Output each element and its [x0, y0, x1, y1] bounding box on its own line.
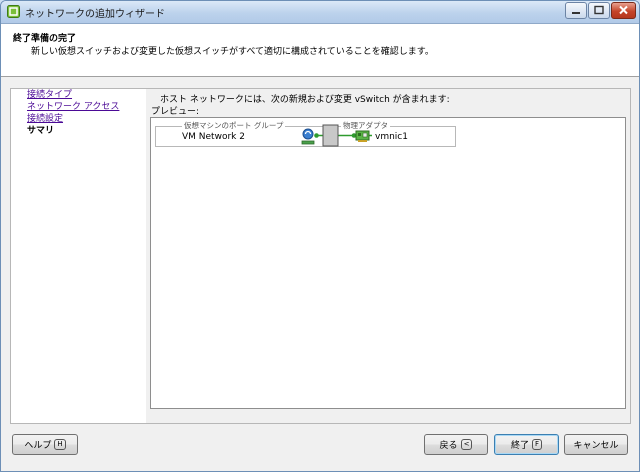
maximize-icon [594, 5, 604, 15]
help-button[interactable]: ヘルプ H [12, 434, 78, 455]
vswitch-preview: 仮想マシンのポート グループ 物理アダプタ VM Network 2 vmnic… [150, 117, 626, 409]
maximize-button[interactable] [588, 2, 610, 19]
minimize-icon [572, 12, 580, 14]
cancel-button-label: キャンセル [573, 441, 619, 451]
window-title: ネットワークの追加ウィザード [25, 9, 165, 20]
nav-step-summary-current: サマリ [27, 126, 55, 136]
help-shortcut-key: H [54, 439, 66, 450]
vswitch-diagram: 仮想マシンのポート グループ 物理アダプタ VM Network 2 vmnic… [155, 120, 456, 147]
close-button[interactable] [611, 2, 636, 19]
minimize-button[interactable] [565, 2, 587, 19]
wizard-steps-nav: 接続タイプ ネットワーク アクセス 接続設定 サマリ [10, 88, 146, 424]
finish-shortcut-key: F [531, 439, 543, 450]
vsphere-app-icon [7, 5, 20, 18]
help-button-label: ヘルプ [24, 441, 52, 451]
page-description: 新しい仮想スイッチおよび変更した仮想スイッチがすべて適切に構成されていることを確… [31, 47, 434, 57]
page-title: 終了準備の完了 [13, 34, 77, 44]
summary-panel: ホスト ネットワークには、次の新規および変更 vSwitch が含まれます: プ… [146, 88, 631, 424]
portgroup-group-label: 仮想マシンのポート グループ [182, 120, 286, 131]
physical-nic-icon [355, 130, 370, 142]
title-bar[interactable]: ネットワークの追加ウィザード [1, 1, 639, 24]
finish-button-label: 終了 [510, 441, 529, 451]
wizard-header: 終了準備の完了 新しい仮想スイッチおよび変更した仮想スイッチがすべて適切に構成さ… [1, 24, 639, 77]
adapter-name: vmnic1 [375, 132, 408, 142]
summary-intro-text: ホスト ネットワークには、次の新規および変更 vSwitch が含まれます: [160, 95, 450, 105]
back-button-label: 戻る [439, 441, 458, 451]
preview-label: プレビュー: [151, 107, 200, 117]
portgroup-name: VM Network 2 [182, 132, 245, 142]
wizard-footer: ヘルプ H 戻る < 終了 F キャンセル [1, 425, 639, 471]
back-shortcut-key: < [460, 439, 473, 450]
wizard-window: ネットワークの追加ウィザード 終了準備の完了 新しい仮想スイッチおよび変更した仮… [0, 0, 640, 472]
back-button[interactable]: 戻る < [424, 434, 488, 455]
finish-button[interactable]: 終了 F [494, 434, 559, 455]
close-icon [619, 5, 628, 15]
cancel-button[interactable]: キャンセル [564, 434, 628, 455]
